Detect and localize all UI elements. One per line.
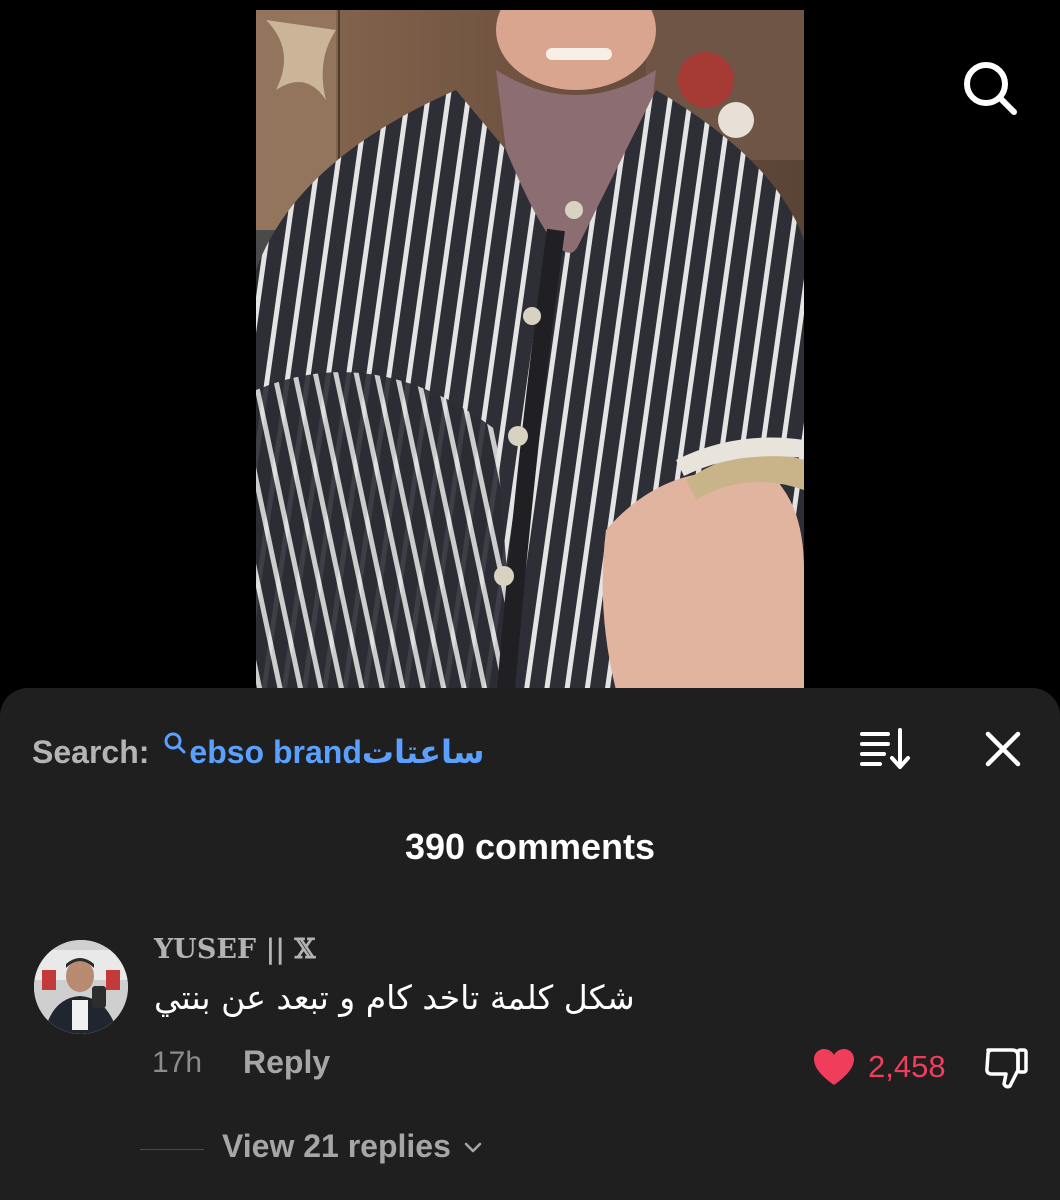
comment-timestamp: 17h xyxy=(152,1046,203,1079)
mini-search-icon xyxy=(164,732,186,754)
view-replies-label: View 21 replies xyxy=(222,1128,451,1164)
chevron-down-icon xyxy=(464,1142,482,1152)
related-search-link[interactable]: ساعتاتebso brand xyxy=(163,732,485,771)
avatar[interactable] xyxy=(34,940,128,1034)
search-button[interactable] xyxy=(958,56,1022,120)
thumbs-down-icon xyxy=(985,1048,1028,1089)
related-search-row: Search: ساعتاتebso brand xyxy=(32,728,484,776)
comment-text: شكل كلمة تاخد كام و تبعد عن بنتي xyxy=(154,978,635,1017)
video-frame-image xyxy=(256,10,804,690)
video-player[interactable] xyxy=(256,10,804,690)
heart-icon xyxy=(814,1049,854,1085)
avatar-image xyxy=(34,940,128,1034)
replies-divider xyxy=(140,1149,204,1150)
view-replies-button[interactable]: View 21 replies xyxy=(222,1128,485,1165)
comments-count-title: 390 comments xyxy=(404,826,656,867)
search-prefix-label: Search: xyxy=(32,733,150,770)
close-icon xyxy=(985,731,1021,767)
reply-button[interactable]: Reply xyxy=(243,1044,330,1081)
related-search-query: ساعتاتebso brand xyxy=(189,734,485,770)
app-screen: Search: ساعتاتebso brand 390 comments YU… xyxy=(0,0,1060,1200)
sort-icon xyxy=(860,728,910,769)
sort-comments-button[interactable] xyxy=(858,724,914,774)
like-button[interactable]: 2,458 xyxy=(812,1044,946,1090)
dislike-button[interactable] xyxy=(982,1044,1030,1090)
like-count: 2,458 xyxy=(868,1049,946,1084)
close-comments-button[interactable] xyxy=(978,724,1028,774)
search-icon xyxy=(964,62,1017,115)
comment-author[interactable]: YUSEF || 𝕏 xyxy=(154,934,315,965)
